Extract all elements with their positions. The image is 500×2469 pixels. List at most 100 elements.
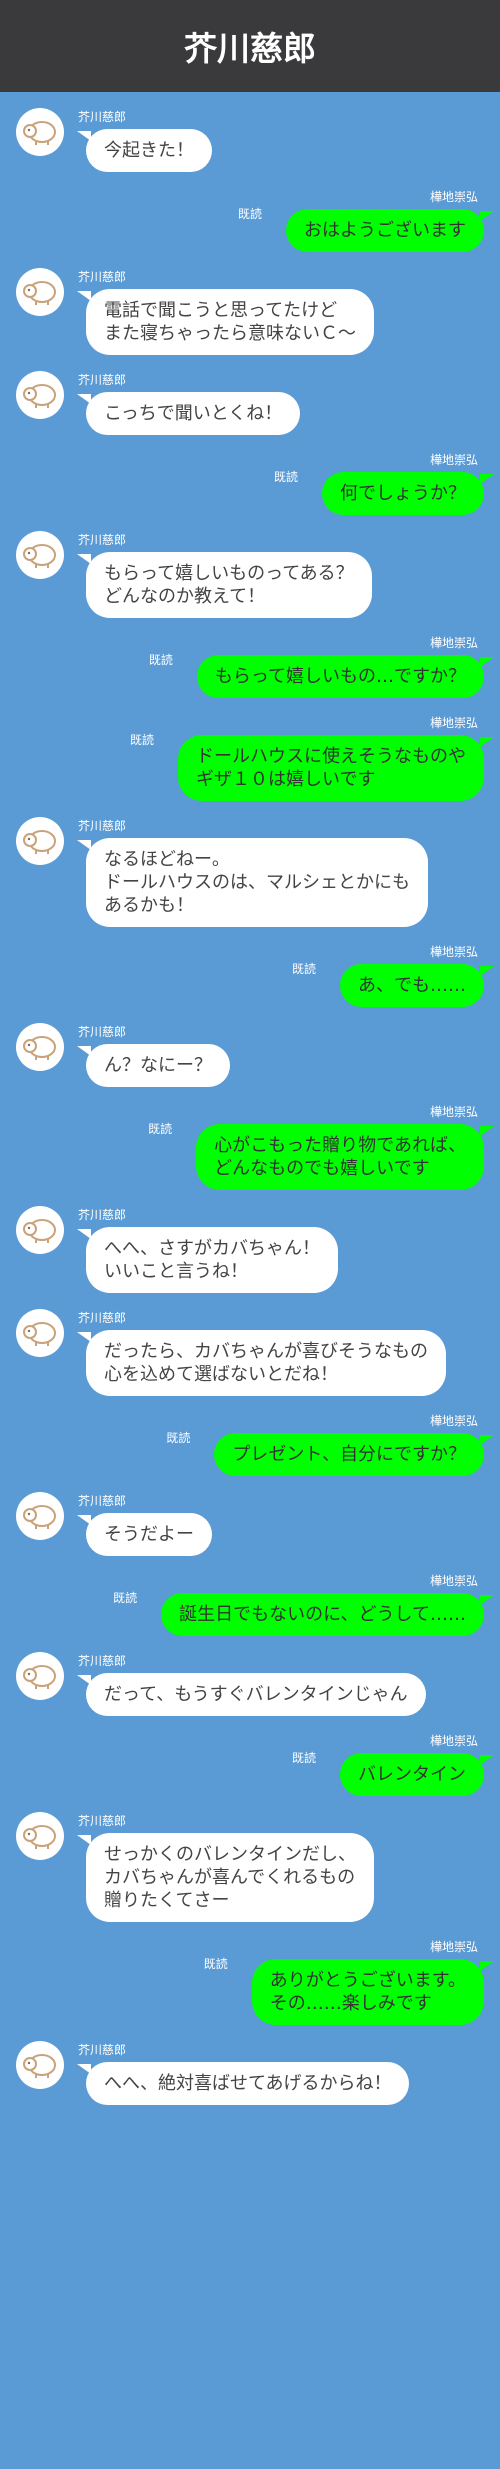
outgoing-message: 樺地崇弘既読 バレンタイン bbox=[0, 1732, 500, 1796]
outgoing-message: 樺地崇弘既読 心がこもった贈り物であれば、 どんなものでも嬉しいです bbox=[0, 1103, 500, 1190]
sender-name: 芥川慈郎 bbox=[78, 110, 127, 124]
message-row: もらって嬉しいものってある？ どんなのか教えて！ bbox=[77, 552, 500, 618]
incoming-message: 芥川慈郎こっちで聞いとくね！ bbox=[0, 371, 500, 435]
sheep-avatar-icon[interactable] bbox=[16, 1812, 64, 1860]
sheep-avatar-icon[interactable] bbox=[16, 1492, 64, 1540]
message-row: 既読 もらって嬉しいもの…ですか？ bbox=[149, 653, 495, 698]
outgoing-message: 樺地崇弘 既読 ありがとうございます。 その……楽しみです bbox=[0, 1938, 500, 2025]
sheep-avatar-icon[interactable] bbox=[16, 1206, 64, 1254]
message-bubble[interactable]: 何でしょうか？ bbox=[322, 472, 494, 515]
message-bubble[interactable]: おはようございます bbox=[286, 209, 494, 252]
message-row: そうだよー bbox=[77, 1513, 500, 1556]
message-bubble[interactable]: ドールハウスに使えそうなものや ギザ１０は嬉しいです bbox=[178, 735, 494, 801]
message-bubble[interactable]: そうだよー bbox=[77, 1513, 212, 1556]
sender-name: 樺地崇弘 bbox=[429, 453, 478, 467]
sheep-avatar-icon[interactable] bbox=[16, 531, 64, 579]
outgoing-message: 樺地崇弘既読 おはようございます bbox=[0, 188, 500, 252]
sender-name: 芥川慈郎 bbox=[78, 373, 127, 387]
chat-title: 芥川慈郎 bbox=[184, 29, 316, 68]
sender-name: 芥川慈郎 bbox=[78, 1208, 127, 1222]
sender-name: 樺地崇弘 bbox=[429, 1574, 478, 1588]
message-bubble[interactable]: プレゼント、自分にですか？ bbox=[214, 1433, 494, 1476]
message-bubble[interactable]: 電話で聞こうと思ってたけど また寝ちゃったら意味ないＣ〜 bbox=[77, 289, 374, 355]
sender-name: 芥川慈郎 bbox=[78, 1494, 127, 1508]
sender-name: 樺地崇弘 bbox=[429, 716, 478, 730]
sender-name: 芥川慈郎 bbox=[78, 2043, 127, 2057]
message-bubble[interactable]: 誕生日でもないのに、どうして…… bbox=[161, 1593, 494, 1636]
sender-name: 芥川慈郎 bbox=[78, 1654, 127, 1668]
message-bubble[interactable]: こっちで聞いとくね！ bbox=[76, 392, 301, 435]
message-row: 今起きた！ bbox=[77, 129, 500, 172]
incoming-message: 芥川慈郎電話で聞こうと思ってたけど また寝ちゃったら意味ないＣ〜 bbox=[0, 268, 500, 355]
message-row: 既読 心がこもった贈り物であれば、 どんなものでも嬉しいです bbox=[148, 1122, 494, 1190]
read-receipt: 既読 bbox=[237, 207, 262, 221]
message-bubble[interactable]: へへ、絶対喜ばせてあげるからね！ bbox=[76, 2062, 410, 2105]
message-bubble[interactable]: なるほどねー。 ドールハウスのは、マルシェとかにも あるかも！ bbox=[77, 838, 428, 927]
read-receipt: 既読 bbox=[273, 470, 298, 484]
sender-name: 樺地崇弘 bbox=[429, 1105, 478, 1119]
message-row: へへ、さすがカバちゃん！ いいこと言うね！ bbox=[77, 1227, 500, 1293]
sheep-avatar-icon[interactable] bbox=[16, 371, 64, 419]
message-bubble[interactable]: あ、でも…… bbox=[340, 964, 494, 1007]
sender-name: 樺地崇弘 bbox=[429, 1414, 478, 1428]
message-row: 既読 ありがとうございます。 その……楽しみです bbox=[204, 1957, 495, 2025]
message-row: 既読 バレンタイン bbox=[292, 1751, 494, 1796]
incoming-message: 芥川慈郎 ん？なにー？ bbox=[0, 1023, 500, 1087]
sender-name: 芥川慈郎 bbox=[78, 533, 127, 547]
read-receipt: 既読 bbox=[148, 653, 173, 667]
sheep-avatar-icon[interactable] bbox=[16, 817, 64, 865]
message-bubble[interactable]: もらって嬉しいものってある？ どんなのか教えて！ bbox=[77, 552, 372, 618]
message-row: 既読 何でしょうか？ bbox=[274, 470, 494, 515]
message-bubble[interactable]: へへ、さすがカバちゃん！ いいこと言うね！ bbox=[77, 1227, 338, 1293]
sender-name: 樺地崇弘 bbox=[429, 1734, 478, 1748]
message-bubble[interactable]: ん？なにー？ bbox=[77, 1044, 230, 1087]
read-receipt: 既読 bbox=[291, 1751, 316, 1765]
incoming-message: 芥川慈郎 そうだよー bbox=[0, 1492, 500, 1556]
sheep-avatar-icon[interactable] bbox=[16, 108, 64, 156]
outgoing-message: 樺地崇弘 既読 もらって嬉しいもの…ですか？ bbox=[0, 634, 500, 698]
message-row: へへ、絶対喜ばせてあげるからね！ bbox=[76, 2062, 500, 2105]
outgoing-message: 樺地崇弘既読 何でしょうか？ bbox=[0, 451, 500, 515]
outgoing-message: 樺地崇弘既読 あ、でも…… bbox=[0, 943, 500, 1007]
read-receipt: 既読 bbox=[203, 1957, 228, 1971]
incoming-message: 芥川慈郎だって、もうすぐバレンタインじゃん bbox=[0, 1652, 500, 1716]
outgoing-message: 樺地崇弘既読 ドールハウスに使えそうなものや ギザ１０は嬉しいです bbox=[0, 714, 500, 801]
message-bubble[interactable]: だったら、カバちゃんが喜びそうなもの 心を込めて選ばないとだね！ bbox=[77, 1330, 446, 1396]
sender-name: 樺地崇弘 bbox=[429, 190, 478, 204]
read-receipt: 既読 bbox=[113, 1591, 138, 1605]
sheep-avatar-icon[interactable] bbox=[16, 1652, 64, 1700]
message-bubble[interactable]: 心がこもった贈り物であれば、 どんなものでも嬉しいです bbox=[196, 1124, 494, 1190]
sheep-avatar-icon[interactable] bbox=[16, 268, 64, 316]
message-bubble[interactable]: だって、もうすぐバレンタインじゃん bbox=[77, 1673, 426, 1716]
sender-name: 芥川慈郎 bbox=[78, 270, 127, 284]
read-receipt: 既読 bbox=[148, 1122, 173, 1136]
sheep-avatar-icon[interactable] bbox=[16, 1023, 64, 1071]
read-receipt: 既読 bbox=[291, 962, 316, 976]
incoming-message: 芥川慈郎 なるほどねー。 ドールハウスのは、マルシェとかにも あるかも！ bbox=[0, 817, 500, 927]
sheep-avatar-icon[interactable] bbox=[16, 2041, 64, 2089]
message-row: 既読 あ、でも…… bbox=[292, 962, 494, 1007]
sender-name: 芥川慈郎 bbox=[78, 1311, 127, 1325]
message-row: 既読 プレゼント、自分にですか？ bbox=[166, 1431, 494, 1476]
message-row: なるほどねー。 ドールハウスのは、マルシェとかにも あるかも！ bbox=[77, 838, 500, 927]
message-row: 既読 誕生日でもないのに、どうして…… bbox=[113, 1591, 494, 1636]
outgoing-message: 樺地崇弘既読 プレゼント、自分にですか？ bbox=[0, 1412, 500, 1476]
message-row: 既読 おはようございます bbox=[238, 207, 494, 252]
incoming-message: 芥川慈郎今起きた！ bbox=[0, 108, 500, 172]
message-bubble[interactable]: バレンタイン bbox=[340, 1753, 494, 1796]
incoming-message: 芥川慈郎せっかくのバレンタインだし、 カバちゃんが喜んでくれるもの 贈りたくてさ… bbox=[0, 1812, 500, 1922]
message-row: 既読 ドールハウスに使えそうなものや ギザ１０は嬉しいです bbox=[130, 733, 494, 801]
read-receipt: 既読 bbox=[166, 1431, 191, 1445]
chat-header: 芥川慈郎 bbox=[0, 0, 500, 92]
message-bubble[interactable]: もらって嬉しいもの…ですか？ bbox=[196, 655, 495, 698]
sender-name: 芥川慈郎 bbox=[78, 1814, 127, 1828]
message-row: ん？なにー？ bbox=[77, 1044, 500, 1087]
message-bubble[interactable]: 今起きた！ bbox=[77, 129, 212, 172]
message-bubble[interactable]: ありがとうございます。 その……楽しみです bbox=[251, 1959, 495, 2025]
message-bubble[interactable]: せっかくのバレンタインだし、 カバちゃんが喜んでくれるもの 贈りたくてさー bbox=[77, 1833, 374, 1922]
sender-name: 樺地崇弘 bbox=[429, 945, 478, 959]
message-list[interactable]: 芥川慈郎 今起きた！ 樺地崇弘 既読 おはようございます 芥川慈郎 電話で聞こうと思ってたけ… bbox=[0, 108, 500, 2105]
incoming-message: 芥川慈郎へへ、絶対喜ばせてあげるからね！ bbox=[0, 2041, 500, 2105]
sheep-avatar-icon[interactable] bbox=[16, 1309, 64, 1357]
message-row: だって、もうすぐバレンタインじゃん bbox=[77, 1673, 500, 1716]
